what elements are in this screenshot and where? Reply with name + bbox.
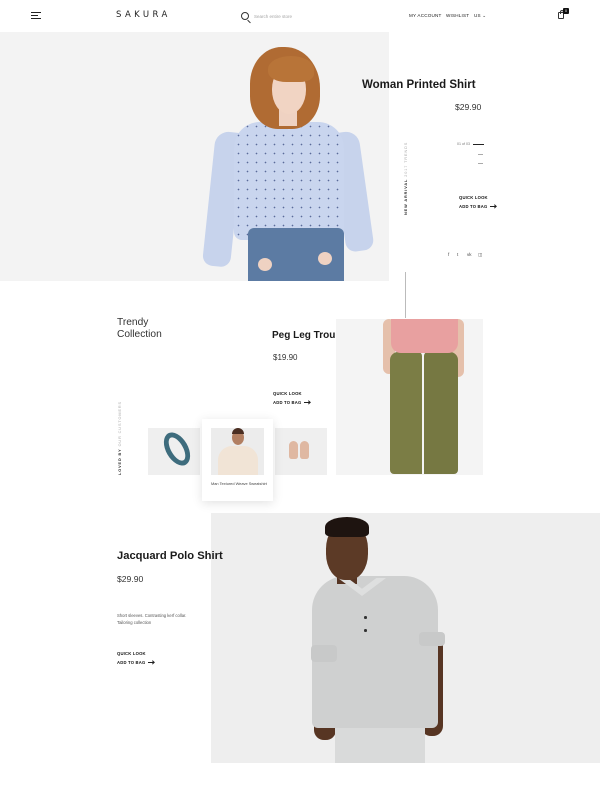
sweatshirt-model-hair [232, 428, 244, 434]
polo-quick-look-link[interactable]: QUICK LOOK [117, 651, 146, 656]
slide-indicator-active[interactable] [473, 144, 484, 145]
slide-indicator[interactable] [478, 154, 483, 155]
vertical-label-grey: 2017 TRENDS [404, 141, 408, 177]
arrow-right-icon [304, 402, 311, 404]
hero-add-to-bag-link[interactable]: ADD TO BAG [459, 204, 497, 209]
add-to-bag-label: ADD TO BAG [273, 400, 302, 405]
instagram-icon[interactable]: ◫ [478, 252, 482, 258]
hero-vertical-label: NEW ARRIVAL 2017 TRENDS [404, 142, 408, 215]
polo-add-to-bag-link[interactable]: ADD TO BAG [117, 660, 155, 665]
section-connector-line [405, 272, 406, 318]
trousers-quick-look-link[interactable]: QUICK LOOK [273, 391, 302, 396]
polo-model-hair [325, 517, 369, 537]
search-icon[interactable] [241, 12, 249, 20]
trousers-product-price: $19.90 [273, 353, 298, 362]
trendy-collection-heading: Trendy Collection [117, 317, 162, 340]
site-header: SAKURA MY ACCOUNT WISHLIST US ⌄ 0 [0, 0, 600, 32]
polo-model-pants [335, 728, 425, 763]
trousers-add-to-bag-link[interactable]: ADD TO BAG [273, 400, 311, 405]
add-to-bag-label: ADD TO BAG [117, 660, 146, 665]
arrow-right-icon [148, 662, 155, 664]
polo-button [364, 616, 367, 619]
polo-product-price: $29.90 [117, 574, 144, 584]
logo[interactable]: SAKURA [116, 10, 171, 20]
hero-product-title[interactable]: Woman Printed Shirt [362, 79, 476, 91]
add-to-bag-label: ADD TO BAG [459, 204, 488, 209]
slide-counter: 01 of 03 [457, 142, 470, 146]
trousers-leg [424, 352, 458, 474]
polo-sleeve-cuff [419, 632, 445, 646]
model-hand-right [318, 252, 332, 265]
my-account-link[interactable]: MY ACCOUNT [409, 13, 442, 18]
sweatshirt-image [218, 446, 258, 475]
heel-shoe-image [289, 441, 298, 459]
polo-button [364, 629, 367, 632]
trousers-leg [390, 352, 422, 474]
sweatshirt-card-label[interactable]: Man Textured Weave Sweatshirt [211, 481, 269, 486]
facebook-icon[interactable]: f [448, 252, 449, 257]
vertical-label-bold: LOVED BY [118, 448, 122, 475]
trendy-vertical-label: LOVED BY OUR CUSTOMERS [118, 401, 122, 475]
printed-shirt-image [234, 122, 344, 240]
heel-shoe-image [300, 441, 309, 459]
menu-icon[interactable] [31, 12, 41, 20]
language-selector[interactable]: US ⌄ [474, 13, 486, 19]
arrow-right-icon [490, 206, 497, 208]
hero-quick-look-link[interactable]: QUICK LOOK [459, 195, 488, 200]
trousers-model-top [391, 319, 458, 353]
vertical-label-grey: OUR CUSTOMERS [118, 401, 122, 447]
twitter-icon[interactable]: t [457, 252, 458, 257]
vertical-label-bold: NEW ARRIVAL [404, 178, 408, 215]
model-hand-left [258, 258, 272, 271]
cart-count-badge: 0 [563, 8, 569, 14]
hero-product-price: $29.90 [455, 102, 482, 112]
slide-indicator[interactable] [478, 163, 483, 164]
vk-icon[interactable]: vk [467, 252, 472, 257]
polo-product-description: Short sleeves. Contrasting kerf collar. … [117, 613, 187, 626]
trendy-heading-line2: Collection [117, 328, 162, 340]
trendy-heading-line1: Trendy [117, 317, 149, 328]
polo-sleeve-cuff [311, 645, 337, 662]
polo-product-title[interactable]: Jacquard Polo Shirt [117, 550, 223, 562]
wishlist-link[interactable]: WISHLIST [446, 13, 469, 18]
model-hair-fringe [268, 56, 314, 82]
search-input[interactable] [254, 11, 354, 21]
